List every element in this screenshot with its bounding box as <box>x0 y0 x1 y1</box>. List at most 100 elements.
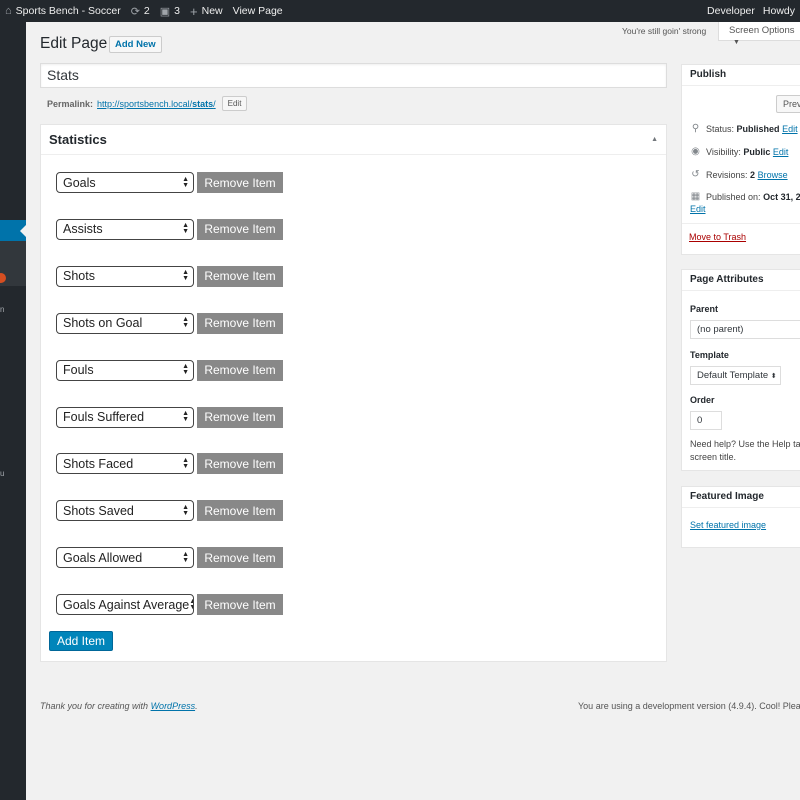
plus-icon: + <box>190 3 198 19</box>
preview-button[interactable]: Preview <box>776 95 800 113</box>
page-attributes-box: Page Attributes Parent (no parent) Templ… <box>681 269 800 471</box>
view-page-label: View Page <box>232 5 283 17</box>
permalink-base: http://sportsbench.local/ <box>97 98 193 109</box>
add-new-button[interactable]: Add New <box>109 36 162 53</box>
page-title: Edit Page <box>40 35 108 52</box>
publish-box: Publish Preview ⚲ Status: Published Edit… <box>681 64 800 255</box>
statistic-select-value: Goals <box>63 175 96 190</box>
publish-heading: Publish <box>682 65 800 86</box>
help-text: Need help? Use the Help ta screen title. <box>690 438 800 464</box>
remove-item-button[interactable]: Remove Item <box>197 265 283 287</box>
statistic-row: Goals Against Average▲▼Remove Item <box>56 594 283 616</box>
divider <box>682 223 800 224</box>
permalink: Permalink: http://sportsbench.local/stat… <box>47 96 248 111</box>
statistic-select-value: Goals Allowed <box>63 550 143 565</box>
remove-item-button[interactable]: Remove Item <box>197 547 283 569</box>
statistic-select-value: Shots Saved <box>63 503 134 518</box>
statistic-select[interactable]: Goals Allowed ▲ ▼ <box>56 547 194 569</box>
caret-down-icon: ▼ <box>733 39 740 46</box>
screen-options-label: Screen Options <box>729 25 795 36</box>
statistic-select[interactable]: Shots on Goal ▲ ▼ <box>56 312 194 334</box>
revisions-browse-link[interactable]: Browse <box>758 170 788 180</box>
footer-thanks-prefix: Thank you for creating with <box>40 701 151 711</box>
admin-menu-label-fragment[interactable]: n <box>0 305 4 314</box>
statistic-select-value: Assists <box>63 222 103 237</box>
remove-item-button[interactable]: Remove Item <box>197 172 283 193</box>
remove-item-button[interactable]: Remove Item <box>197 312 283 334</box>
updates-icon: ⟳ <box>130 5 140 18</box>
permalink-edit-button[interactable]: Edit <box>221 96 248 111</box>
statistic-select[interactable]: Fouls Suffered ▲ ▼ <box>56 406 194 428</box>
revisions-label: Revisions: <box>706 169 748 180</box>
statistic-row: Shots ▲ ▼ Remove Item <box>56 265 283 287</box>
select-arrows-icon: ▲▼ <box>182 410 189 423</box>
statistic-select[interactable]: Assists ▲ ▼ <box>56 218 194 240</box>
published-edit-link[interactable]: Edit <box>690 204 706 214</box>
statistic-row: Shots Saved ▲ ▼ Remove Item <box>56 500 283 522</box>
screen-options-button[interactable]: Screen Options ▼ <box>718 22 800 46</box>
revisions-value: 2 <box>750 169 756 180</box>
page-attributes-heading: Page Attributes <box>682 270 800 291</box>
developer-link[interactable]: Developer <box>702 0 760 22</box>
collapse-toggle-icon[interactable]: ▲ <box>651 136 658 143</box>
visibility-value: Public <box>743 146 771 157</box>
remove-item-button[interactable]: Remove Item <box>197 500 283 522</box>
footer-version: You are using a development version (4.9… <box>578 701 800 711</box>
statistics-heading: Statistics <box>49 132 107 147</box>
order-input[interactable]: 0 <box>690 411 722 430</box>
post-title-input[interactable]: Stats <box>40 63 667 88</box>
statistic-select-value: Fouls <box>63 363 94 378</box>
select-arrows-icon: ▲▼ <box>182 550 189 564</box>
statistics-metabox: Statistics ▲ Goals ▲ ▼ Remove Item Assists ▲ ▼… <box>40 124 667 662</box>
select-arrows-icon: ▲▼ <box>182 269 189 283</box>
published-value: Oct 31, 2 <box>763 191 800 202</box>
help-text-line: Need help? Use the Help ta <box>690 439 800 449</box>
statistic-select-value: Goals Against Average <box>63 597 190 612</box>
hello-dolly-tagline: You're still goin' strong <box>622 26 707 36</box>
new-content-link[interactable]: + New <box>185 0 228 22</box>
wordpress-link[interactable]: WordPress <box>151 701 196 711</box>
order-label: Order <box>690 395 715 405</box>
statistic-row: Shots on Goal ▲ ▼ Remove Item <box>56 312 283 334</box>
set-featured-image-link[interactable]: Set featured image <box>690 520 766 530</box>
select-arrows-icon: ▲▼ <box>182 222 189 236</box>
status-edit-link[interactable]: Edit <box>782 124 798 134</box>
statistic-select[interactable]: Shots Faced ▲ ▼ <box>56 453 194 475</box>
parent-select[interactable]: (no parent) <box>690 320 800 339</box>
move-to-trash-link[interactable]: Move to Trash <box>689 232 746 242</box>
new-label: New <box>201 5 223 17</box>
remove-item-button[interactable]: Remove Item <box>197 406 283 428</box>
statistic-select[interactable]: Fouls ▲ ▼ <box>56 359 194 381</box>
permalink-link[interactable]: http://sportsbench.local/stats/ <box>97 99 216 109</box>
add-item-button[interactable]: Add Item <box>49 631 114 651</box>
statistic-select[interactable]: Shots Saved ▲ ▼ <box>56 500 194 522</box>
statistics-header: Statistics ▲ <box>41 125 666 155</box>
remove-item-button[interactable]: Remove Item <box>197 218 283 240</box>
revisions-icon: ↺ <box>691 169 700 180</box>
template-select[interactable]: Default Template ⬍ <box>690 366 781 385</box>
statistic-select[interactable]: Goals ▲ ▼ <box>56 172 194 193</box>
remove-item-button[interactable]: Remove Item <box>197 359 283 381</box>
comments-link[interactable]: ▣ 3 <box>155 0 185 22</box>
account-link[interactable]: Howdy <box>760 0 800 22</box>
view-page-link[interactable]: View Page <box>228 0 288 22</box>
howdy-label: Howdy <box>762 5 795 17</box>
updates-link[interactable]: ⟳ 2 <box>126 0 155 22</box>
visibility-edit-link[interactable]: Edit <box>773 147 789 157</box>
pin-icon: ⚲ <box>691 123 700 134</box>
statistic-row: Shots Faced ▲ ▼ Remove Item <box>56 453 283 475</box>
select-arrows-icon: ▲▼ <box>182 363 189 377</box>
admin-menu-label-fragment[interactable]: u <box>0 469 4 478</box>
remove-item-button[interactable]: Remove Item <box>197 594 283 616</box>
site-name-link[interactable]: ⌂ Sports Bench - Soccer <box>0 0 126 22</box>
remove-item-button[interactable]: Remove Item <box>197 453 283 475</box>
visibility-label: Visibility: <box>706 146 741 157</box>
status-line: ⚲ Status: Published Edit <box>690 123 798 134</box>
admin-menu-current-item[interactable] <box>0 220 26 241</box>
comments-count: 3 <box>174 5 181 17</box>
comment-icon: ▣ <box>159 5 171 18</box>
template-value: Default Template <box>697 370 769 381</box>
statistic-select[interactable]: Shots ▲ ▼ <box>56 265 194 287</box>
statistic-select[interactable]: Goals Against Average▲▼ <box>56 594 194 616</box>
select-arrows-icon: ▲▼ <box>182 456 189 470</box>
